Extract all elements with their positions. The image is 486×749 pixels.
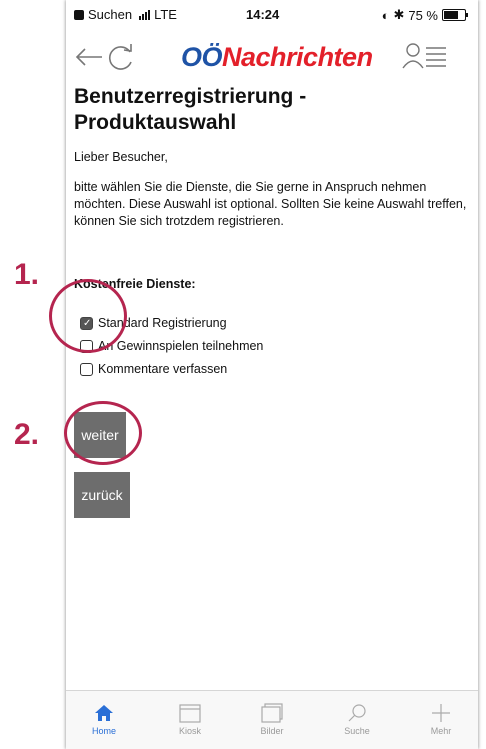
status-bar: Suchen LTE 14:24 ◐ ✱ 75 % xyxy=(66,0,478,30)
tab-bar: Home Kiosk Bilder Suche Mehr xyxy=(66,690,478,749)
back-to-app-label[interactable]: Suchen xyxy=(88,7,132,22)
logo-oo: OÖ xyxy=(181,42,223,72)
status-right: ◐ ✱ 75 % xyxy=(381,7,468,23)
back-to-app-icon xyxy=(74,9,84,20)
phone-screen: Suchen LTE 14:24 ◐ ✱ 75 % OÖNachrichten … xyxy=(66,0,478,749)
back-arrow-icon[interactable] xyxy=(74,42,104,72)
annotation-step-1: 1. xyxy=(14,258,40,291)
status-time: 14:24 xyxy=(246,7,280,22)
home-icon xyxy=(95,705,113,721)
tab-label: Suche xyxy=(344,726,370,736)
tab-label: Bilder xyxy=(260,726,284,736)
option-label: An Gewinnspielen teilnehmen xyxy=(98,339,264,353)
tab-pictures[interactable]: Bilder xyxy=(242,691,302,736)
tab-kiosk[interactable]: Kiosk xyxy=(160,691,220,736)
tab-home[interactable]: Home xyxy=(74,691,134,736)
tab-label: Mehr xyxy=(430,726,452,736)
back-button[interactable]: zurück xyxy=(74,472,130,518)
intro-text: bitte wählen Sie die Dienste, die Sie ge… xyxy=(74,180,467,228)
search-icon xyxy=(348,704,366,722)
moon-icon: ◐ xyxy=(381,7,390,23)
battery-icon xyxy=(442,9,468,21)
annotation-step-2: 2. xyxy=(14,418,40,451)
kiosk-icon xyxy=(179,704,201,723)
app-header: OÖNachrichten xyxy=(66,32,478,84)
battery-percent: 75 % xyxy=(408,7,438,23)
plus-icon xyxy=(432,704,450,722)
checkbox-comments[interactable] xyxy=(80,362,93,376)
logo-rest: Nachrichten xyxy=(222,42,373,72)
pictures-icon xyxy=(261,703,283,723)
menu-icon[interactable] xyxy=(424,44,448,68)
reload-icon[interactable] xyxy=(104,40,138,74)
tab-more[interactable]: Mehr xyxy=(411,691,471,736)
greeting-text: Lieber Besucher, xyxy=(74,150,168,164)
option-comments[interactable]: Kommentare verfassen xyxy=(80,362,227,376)
network-type: LTE xyxy=(154,7,177,22)
page-title: Benutzerregistrierung - Produktauswahl xyxy=(74,85,307,134)
brand-logo[interactable]: OÖNachrichten xyxy=(181,42,373,73)
signal-icon xyxy=(139,9,151,20)
annotation-circle-next-button xyxy=(64,401,142,465)
status-left: Suchen LTE xyxy=(74,7,177,22)
tab-search[interactable]: Suche xyxy=(327,691,387,736)
bluetooth-icon: ✱ xyxy=(393,7,405,22)
option-label: Kommentare verfassen xyxy=(98,362,228,376)
tab-label: Home xyxy=(91,726,116,736)
user-icon[interactable] xyxy=(402,42,424,70)
annotation-circle-checkbox xyxy=(49,279,127,353)
tab-label: Kiosk xyxy=(178,726,201,736)
